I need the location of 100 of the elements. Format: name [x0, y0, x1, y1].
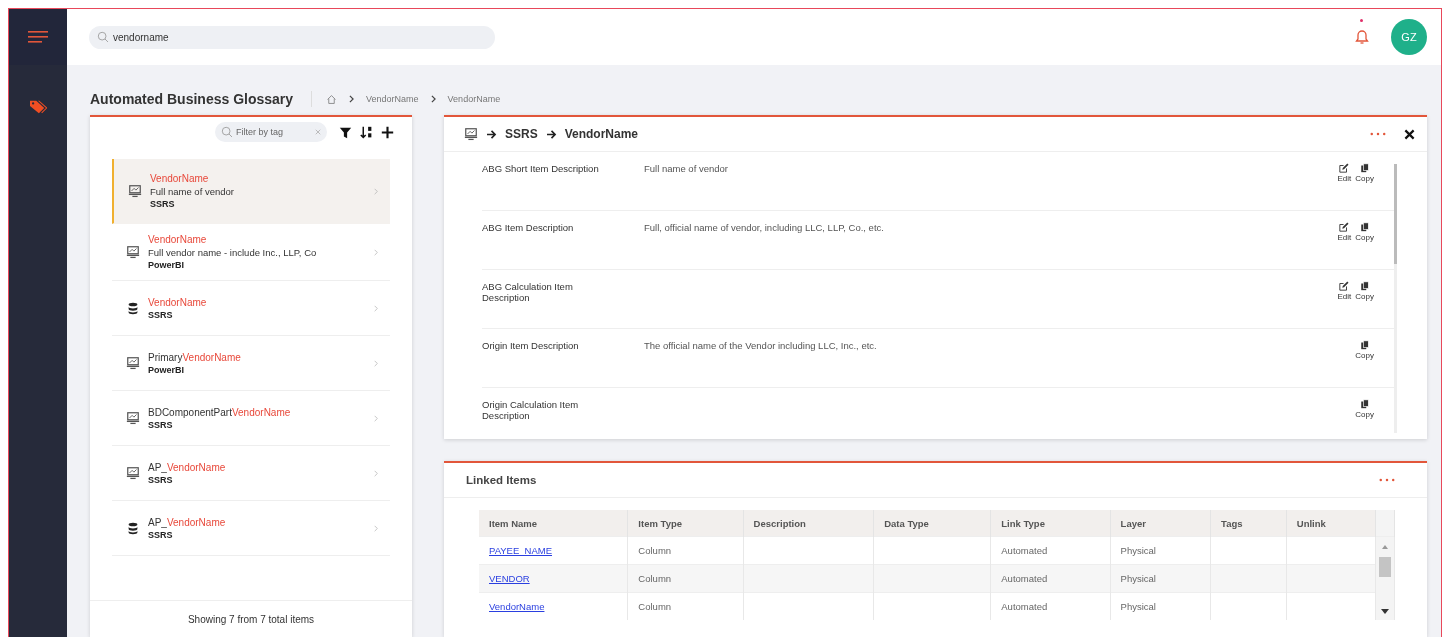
copy-button[interactable]: Copy	[1355, 222, 1374, 242]
result-item[interactable]: AP_VendorName SSRS	[112, 501, 390, 556]
item-name: PrimaryVendorName	[148, 351, 242, 363]
item-name: BDComponentPartVendorName	[148, 406, 292, 418]
search-icon	[97, 31, 109, 43]
table-cell: Automated	[990, 592, 1111, 620]
result-item[interactable]: BDComponentPartVendorName SSRS	[112, 391, 390, 446]
column-header: Item Type	[627, 510, 744, 537]
edit-button[interactable]: Edit	[1337, 281, 1352, 301]
monitor-icon	[128, 184, 142, 198]
chevron-icon	[374, 248, 378, 256]
sort-icon[interactable]	[360, 125, 373, 139]
item-source: SSRS	[148, 309, 174, 320]
list-footer: Showing 7 from 7 total items	[90, 600, 412, 637]
column-header: Description	[743, 510, 874, 537]
breadcrumb-link[interactable]: VendorName	[447, 94, 501, 104]
table-cell: Physical	[1110, 564, 1211, 593]
result-item[interactable]: PrimaryVendorName PowerBI	[112, 336, 390, 391]
result-item[interactable]: AP_VendorName SSRS	[112, 446, 390, 501]
home-icon[interactable]	[326, 93, 338, 105]
database-icon	[126, 301, 140, 315]
copy-icon	[1359, 222, 1370, 232]
column-header: Tags	[1210, 510, 1287, 537]
chevron-icon	[374, 414, 378, 422]
edit-button[interactable]: Edit	[1337, 163, 1352, 183]
field-label: ABG Calculation Item Description	[482, 281, 574, 303]
field-label: ABG Item Description	[482, 222, 575, 233]
monitor-icon	[126, 356, 140, 370]
result-item[interactable]: VendorName Full name of vendor SSRS	[112, 159, 390, 224]
close-icon[interactable]	[1404, 128, 1415, 140]
item-link[interactable]: VendorName	[489, 601, 545, 612]
add-icon[interactable]	[381, 125, 394, 139]
table-cell: Physical	[1110, 592, 1211, 620]
item-name: AP_VendorName	[148, 516, 227, 528]
chevron-icon	[374, 359, 378, 367]
field-value: The official name of the Vendor including LLC, Inc., etc.	[643, 340, 878, 351]
item-name: VendorName	[150, 173, 210, 184]
edit-icon	[1339, 281, 1350, 291]
search-field[interactable]: vendorname	[89, 25, 495, 49]
column-header: Layer	[1110, 510, 1211, 537]
chevron-icon	[430, 95, 436, 103]
chevron-icon	[374, 187, 378, 195]
item-description: Full vendor name - include Inc., LLP, Co	[148, 247, 318, 258]
item-name: VendorName	[148, 296, 208, 308]
copy-button[interactable]: Copy	[1355, 399, 1374, 419]
filter-placeholder: Filter by tag	[236, 127, 285, 137]
edit-icon	[1339, 222, 1350, 232]
database-icon	[126, 521, 140, 535]
chevron-icon	[374, 304, 378, 312]
item-description: Full name of vendor	[150, 186, 235, 197]
item-link[interactable]: PAYEE_NAME	[489, 545, 552, 556]
column-header: Link Type	[990, 510, 1111, 537]
search-text: vendorname	[113, 31, 169, 43]
copy-icon	[1359, 163, 1370, 173]
copy-icon	[1359, 340, 1370, 350]
arrow-icon	[545, 129, 557, 139]
menu-icon[interactable]	[28, 31, 48, 43]
monitor-icon	[126, 245, 140, 259]
more-icon[interactable]	[1379, 478, 1395, 482]
item-source: SSRS	[148, 529, 174, 540]
copy-icon	[1359, 281, 1370, 291]
item-source: SSRS	[148, 474, 174, 485]
notification-icon[interactable]	[1355, 29, 1369, 45]
tags-icon[interactable]	[29, 99, 47, 115]
field-value: Full name of vendor	[643, 163, 729, 174]
column-header: Item Name	[479, 510, 628, 537]
copy-button[interactable]: Copy	[1355, 163, 1374, 183]
result-item[interactable]: VendorName Full vendor name - include Inc., LLP, Co PowerBI	[112, 224, 390, 281]
item-name: AP_VendorName	[148, 461, 227, 473]
monitor-icon	[126, 466, 140, 480]
item-source: PowerBI	[148, 260, 185, 270]
item-link[interactable]: VENDOR	[489, 573, 530, 584]
chevron-icon	[349, 95, 355, 103]
copy-button[interactable]: Copy	[1355, 340, 1374, 360]
path-label: SSRS	[505, 127, 538, 141]
filter-icon[interactable]	[339, 125, 352, 139]
copy-button[interactable]: Copy	[1355, 281, 1374, 301]
more-icon[interactable]	[1370, 132, 1386, 136]
edit-icon	[1339, 163, 1350, 173]
breadcrumb-link[interactable]: VendorName	[366, 94, 419, 104]
column-header: Data Type	[873, 510, 991, 537]
field-label: ABG Short Item Description	[482, 163, 600, 174]
filter-field[interactable]: Filter by tag	[215, 122, 327, 142]
table-cell: Automated	[990, 564, 1111, 593]
arrow-icon	[486, 129, 497, 139]
chevron-icon	[374, 524, 378, 532]
column-header: Unlink	[1286, 510, 1376, 537]
copy-icon	[1359, 399, 1370, 409]
path-label: VendorName	[564, 127, 639, 141]
monitor-icon	[464, 127, 478, 141]
item-name: VendorName	[148, 234, 208, 245]
field-value: Full, official name of vendor, including LLC, LLP, Co., etc.	[643, 222, 885, 233]
field-label: Origin Item Description	[482, 340, 580, 351]
result-item[interactable]: VendorName SSRS	[112, 281, 390, 336]
item-source: PowerBI	[148, 364, 185, 375]
chevron-icon	[374, 469, 378, 477]
edit-button[interactable]: Edit	[1337, 222, 1352, 242]
item-source: SSRS	[148, 419, 174, 430]
item-source: SSRS	[150, 199, 176, 209]
monitor-icon	[126, 411, 140, 425]
